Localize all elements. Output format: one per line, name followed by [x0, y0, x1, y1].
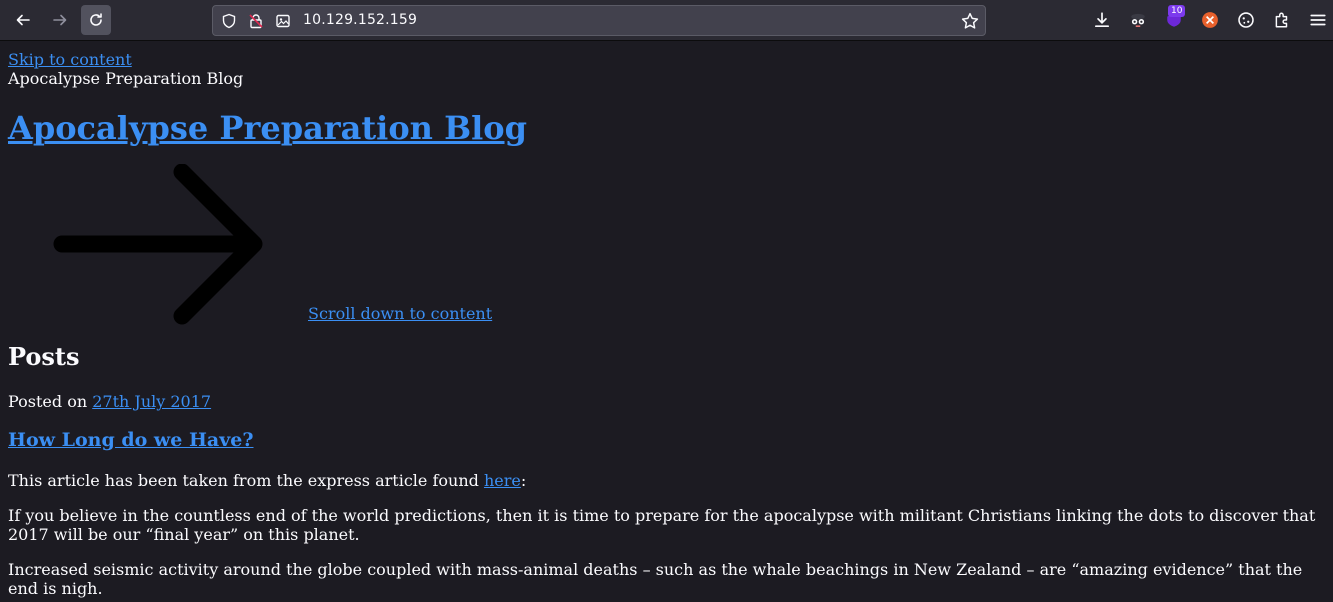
post-date-link[interactable]: 27th July 2017 — [92, 392, 211, 411]
site-title: Apocalypse Preparation Blog — [8, 108, 527, 148]
scroll-arrow-icon[interactable] — [48, 163, 278, 330]
forward-button[interactable] — [45, 5, 75, 35]
browser-toolbar: 10.129.152.159 10 — [0, 0, 1333, 41]
post-title-link[interactable]: How Long do we Have? — [8, 429, 254, 451]
forward-arrow-icon — [53, 14, 67, 26]
hamburger-menu-icon[interactable] — [1309, 11, 1327, 29]
extensions-puzzle-icon[interactable] — [1273, 11, 1291, 29]
scroll-down-link[interactable]: Scroll down to content — [308, 304, 492, 323]
posts-heading: Posts — [8, 342, 80, 371]
star-icon[interactable] — [961, 12, 979, 30]
post-paragraph-1: If you believe in the countless end of t… — [8, 506, 1316, 544]
reload-button[interactable] — [81, 5, 111, 35]
reload-icon — [90, 13, 102, 26]
site-description: Apocalypse Preparation Blog — [8, 69, 244, 88]
post-intro: This article has been taken from the exp… — [8, 471, 1325, 490]
extension-badge: 10 — [1168, 5, 1186, 17]
post-meta: Posted on 27th July 2017 — [8, 392, 211, 411]
back-button[interactable] — [8, 5, 38, 35]
burp-extension-icon[interactable] — [1201, 11, 1219, 29]
url-text[interactable]: 10.129.152.159 — [303, 12, 417, 28]
post-title: How Long do we Have? — [8, 429, 254, 451]
back-arrow-icon — [16, 14, 30, 26]
intro-text: This article has been taken from the exp… — [8, 471, 484, 490]
insecure-lock-icon[interactable] — [248, 13, 264, 29]
image-icon — [276, 14, 290, 28]
shield-icon[interactable] — [221, 13, 237, 29]
post-paragraph-2: Increased seismic activity around the gl… — [8, 560, 1303, 598]
skip-to-content-link[interactable]: Skip to content — [8, 50, 132, 69]
intro-suffix: : — [520, 471, 527, 490]
address-bar[interactable]: 10.129.152.159 — [212, 5, 986, 36]
download-icon[interactable] — [1093, 11, 1111, 29]
cookie-icon[interactable] — [1237, 11, 1255, 29]
spy-extension-icon[interactable] — [1129, 11, 1147, 29]
here-link[interactable]: here — [484, 471, 521, 490]
site-title-link[interactable]: Apocalypse Preparation Blog — [8, 109, 527, 147]
posted-on-label: Posted on — [8, 392, 88, 411]
